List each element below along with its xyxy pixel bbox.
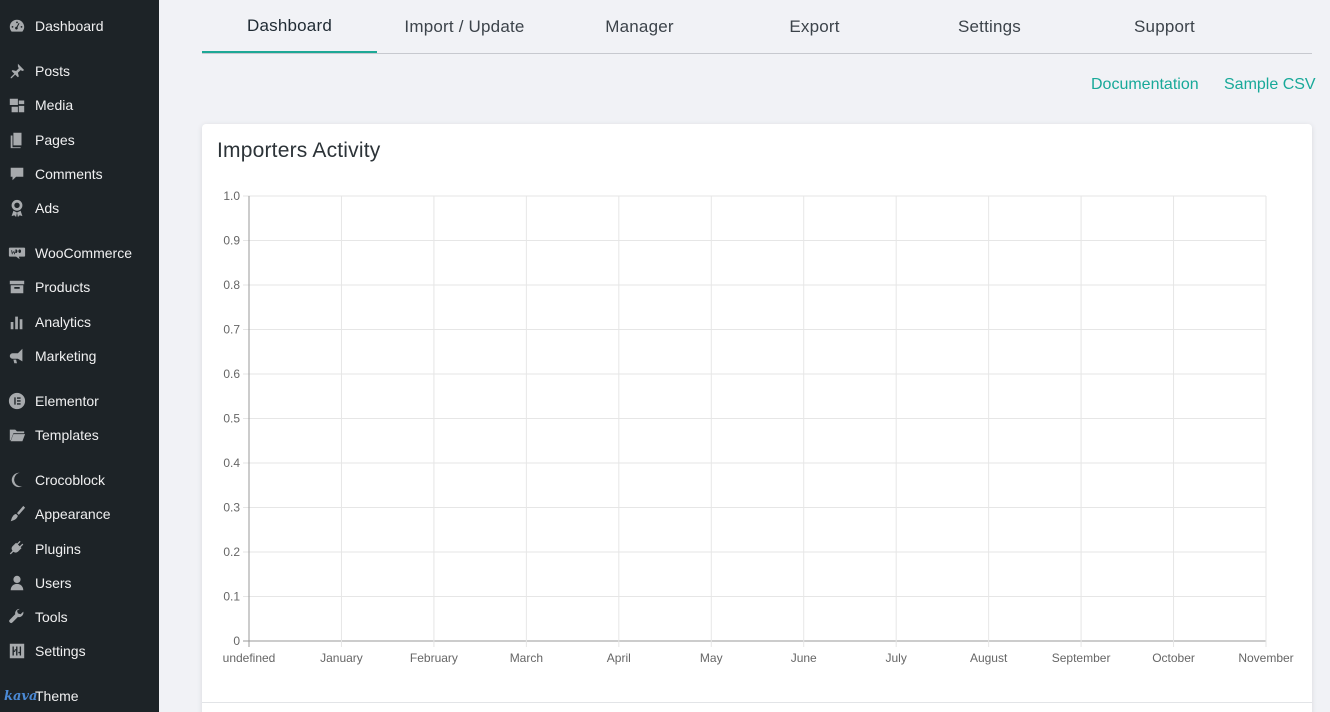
sidebar-item-label: WooCommerce bbox=[35, 245, 132, 261]
folder-icon bbox=[7, 425, 27, 445]
sidebar-item-crocoblock[interactable]: Crocoblock bbox=[0, 465, 159, 495]
sidebar-item-label: Comments bbox=[35, 166, 103, 182]
sidebar-item-elementor[interactable]: Elementor bbox=[0, 386, 159, 416]
y-tick-label: 0.5 bbox=[223, 412, 240, 426]
sidebar-item-label: Pages bbox=[35, 132, 75, 148]
pages-icon bbox=[7, 130, 27, 150]
media-icon bbox=[7, 95, 27, 115]
bar-chart-icon bbox=[7, 312, 27, 332]
sidebar-item-label: Products bbox=[35, 279, 91, 295]
sidebar-item-comments[interactable]: Comments bbox=[0, 159, 159, 189]
x-tick-label: May bbox=[700, 651, 723, 665]
sidebar-item-label: Posts bbox=[35, 63, 71, 79]
y-tick-label: 0.7 bbox=[223, 323, 240, 337]
x-tick-label: August bbox=[970, 651, 1008, 665]
sidebar-item-products[interactable]: Products bbox=[0, 272, 159, 302]
documentation-link[interactable]: Documentation bbox=[1091, 76, 1199, 94]
sidebar-item-label: Ads bbox=[35, 200, 60, 216]
megaphone-icon bbox=[7, 346, 27, 366]
sidebar-item-settings[interactable]: Settings bbox=[0, 636, 159, 666]
tab-settings[interactable]: Settings bbox=[902, 0, 1077, 53]
tab-dashboard[interactable]: Dashboard bbox=[202, 0, 377, 53]
sidebar-item-label: Templates bbox=[35, 427, 99, 443]
x-tick-label: July bbox=[886, 651, 907, 665]
sidebar-item-label: Plugins bbox=[35, 541, 81, 557]
sidebar-item-label: Settings bbox=[35, 643, 86, 659]
elementor-icon bbox=[7, 391, 27, 411]
tab-support[interactable]: Support bbox=[1077, 0, 1252, 53]
x-tick-label: October bbox=[1152, 651, 1195, 665]
x-tick-label: April bbox=[607, 651, 631, 665]
plug-icon bbox=[7, 539, 27, 559]
sidebar-item-label: Dashboard bbox=[35, 18, 104, 34]
user-icon bbox=[7, 573, 27, 593]
sidebar-item-users[interactable]: Users bbox=[0, 568, 159, 598]
sidebar-item-label: Crocoblock bbox=[35, 472, 106, 488]
x-tick-label: November bbox=[1238, 651, 1293, 665]
y-tick-label: 0.1 bbox=[223, 590, 240, 604]
paintbrush-icon bbox=[7, 504, 27, 524]
sidebar-item-templates[interactable]: Templates bbox=[0, 420, 159, 450]
importers-activity-card: Importers Activity 0 0.1 0.2 0.3 0.4 0.5 0.6 0.… bbox=[202, 124, 1312, 712]
y-tick-label: 0.8 bbox=[223, 278, 240, 292]
sidebar-item-posts[interactable]: Posts bbox=[0, 56, 159, 86]
sidebar-item-theme[interactable]: kava Theme bbox=[0, 681, 159, 711]
archive-icon bbox=[7, 277, 27, 297]
x-tick-label: June bbox=[791, 651, 817, 665]
sidebar-item-media[interactable]: Media bbox=[0, 90, 159, 120]
sample-csv-link[interactable]: Sample CSV bbox=[1224, 76, 1316, 94]
pin-icon bbox=[7, 61, 27, 81]
crocoblock-icon bbox=[7, 470, 27, 490]
sidebar-item-analytics[interactable]: Analytics bbox=[0, 307, 159, 337]
sidebar-item-label: Analytics bbox=[35, 314, 92, 330]
x-tick-label: March bbox=[510, 651, 543, 665]
comment-icon bbox=[7, 164, 27, 184]
y-tick-label: 0.2 bbox=[223, 545, 240, 559]
sidebar-item-label: Tools bbox=[35, 609, 68, 625]
sidebar-item-label: Media bbox=[35, 97, 74, 113]
y-tick-label: 0.3 bbox=[223, 501, 240, 515]
x-tick-label: February bbox=[410, 651, 458, 665]
tab-manager[interactable]: Manager bbox=[552, 0, 727, 53]
y-tick-label: 0.4 bbox=[223, 456, 240, 470]
sidebar-item-ads[interactable]: Ads bbox=[0, 193, 159, 223]
sidebar-item-label: Users bbox=[35, 575, 72, 591]
y-tick-label: 0.9 bbox=[223, 234, 240, 248]
award-icon bbox=[7, 198, 27, 218]
x-tick-label: undefined bbox=[223, 651, 276, 665]
sidebar-item-plugins[interactable]: Plugins bbox=[0, 534, 159, 564]
sidebar-item-dashboard[interactable]: Dashboard bbox=[0, 11, 159, 41]
tab-import-update[interactable]: Import / Update bbox=[377, 0, 552, 53]
sidebar-item-label: Appearance bbox=[35, 506, 111, 522]
sidebar-item-label: Marketing bbox=[35, 348, 97, 364]
sidebar-item-appearance[interactable]: Appearance bbox=[0, 499, 159, 529]
sidebar-item-tools[interactable]: Tools bbox=[0, 602, 159, 632]
x-tick-label: January bbox=[320, 651, 363, 665]
sidebar-item-woocommerce[interactable]: WooCommerce bbox=[0, 238, 159, 268]
kava-logo: kava bbox=[4, 688, 38, 704]
x-tick-label: September bbox=[1052, 651, 1111, 665]
dashboard-icon bbox=[7, 16, 27, 36]
y-tick-label: 0.6 bbox=[223, 367, 240, 381]
tab-bar: Dashboard Import / Update Manager Export Set… bbox=[202, 0, 1312, 54]
importers-activity-chart: 0 0.1 0.2 0.3 0.4 0.5 0.6 0.7 0.8 0.9 1.0 undefined… bbox=[223, 189, 1294, 665]
wrench-icon bbox=[7, 607, 27, 627]
sidebar-item-pages[interactable]: Pages bbox=[0, 125, 159, 155]
tab-export[interactable]: Export bbox=[727, 0, 902, 53]
sliders-icon bbox=[7, 641, 27, 661]
y-tick-label: 1.0 bbox=[223, 189, 240, 203]
y-tick-label: 0 bbox=[233, 634, 240, 648]
woo-icon bbox=[7, 243, 27, 263]
sidebar-item-label: Theme bbox=[35, 688, 79, 704]
main-content: Dashboard Import / Update Manager Export Set… bbox=[159, 0, 1330, 712]
sidebar-item-label: Elementor bbox=[35, 393, 99, 409]
sidebar-item-marketing[interactable]: Marketing bbox=[0, 341, 159, 371]
card-divider bbox=[202, 702, 1312, 703]
admin-sidebar: Dashboard Posts Media Pages Comments Ads WooCo… bbox=[0, 0, 159, 712]
